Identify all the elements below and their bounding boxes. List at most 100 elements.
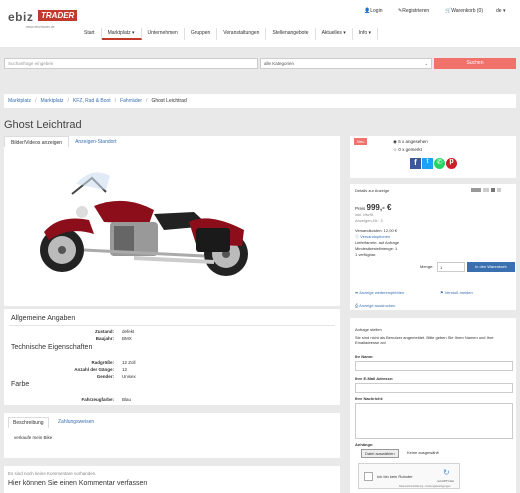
vat-note: inkl. MwSt [355,212,374,217]
tab-location[interactable]: Anzeigen-Standort [69,136,122,147]
name-field[interactable] [355,361,513,371]
nav-marktplatz[interactable]: Marktplatz ▾ [101,28,142,40]
captcha-widget: Ich bin kein Roboter ↻ reCAPTCHA Datensc… [358,463,460,489]
nav-info[interactable]: Info ▾ [353,28,379,40]
spec-key: Anzahl der Gänge: [74,367,114,372]
spec-value: Unisex [122,374,136,379]
ad-number: Anzeigen-Nr.: 3 [355,218,383,223]
spec-value: 12 [122,367,128,372]
breadcrumb-fahrraeder[interactable]: Fahrräder [120,98,142,104]
attachment-label: Anhänge: [355,442,374,447]
file-choose-button[interactable]: Datei auswählen [361,449,399,458]
recommend-link[interactable]: ➦ Anzeige weiterempfehlen [355,290,404,295]
email-field[interactable] [355,383,513,393]
category-select[interactable]: alle Kategorien ⌄ [260,58,432,69]
recaptcha-icon: ↻ [443,468,450,477]
report-link[interactable]: ⚑ Verstoß melden [440,290,473,295]
tech-heading: Technische Eigenschaften [11,344,93,351]
nav-gruppen[interactable]: Gruppen [185,28,218,40]
page-title: Ghost Leichtrad [4,119,82,131]
spec-key: Fahrzeugfarbe: [81,397,114,402]
badge-icon [483,188,489,192]
status-badge: Neu [354,138,368,145]
breadcrumb-marktplatz[interactable]: Marktplatz [8,98,31,104]
breadcrumb-current: Ghost Leichtrad [151,98,187,104]
inquiry-heading: Anfrage stellen [355,327,382,332]
tab-description[interactable]: Beschreibung [8,417,49,428]
facebook-icon[interactable]: f [410,158,421,169]
social-share: f t ✆ p [410,158,457,169]
tab-payment[interactable]: Zahlungsweisen [54,417,98,427]
nav-unternehmen[interactable]: Unternehmen [142,28,185,40]
no-comments-text: Es sind noch keine Kommentare vorhanden. [8,471,97,476]
logo-text: ebiz [8,10,34,24]
email-label: Ihre E-Mail Adresse: [355,376,394,381]
share-panel [350,136,516,178]
listing-image[interactable] [14,154,270,302]
eye-icon: ◉ [393,139,397,144]
recaptcha-privacy[interactable]: Datenschutzerklärung - Nutzungsbedingung… [399,485,451,488]
description-text: verkaufe mein Bike [14,435,53,440]
logo-badge: TRADER [38,10,78,21]
media-tabs: Bilder/Videos anzeigen Anzeigen-Standort [4,136,122,147]
nav-aktuelles[interactable]: Aktuelles ▾ [316,28,353,40]
specs-panel: Allgemeine Angaben Zustand: defekt Baujah… [4,309,340,405]
logo-tagline: www.ebiztrader.de [26,25,55,29]
breadcrumb: Marktplatz / Marktplatz / KFZ, Rad & Boot /… [4,94,516,108]
flag-icon: ⚑ [440,290,444,295]
quantity-label: Menge: [420,264,434,269]
site-logo[interactable]: ebiz TRADER www.ebiztrader.de [8,8,78,34]
spec-key: Zustand: [95,329,114,334]
message-field[interactable] [355,403,513,439]
language-select[interactable]: de ▾ [496,8,505,14]
quantity-input[interactable]: 1 [437,262,465,272]
min-order: Mindestbestellmenge: 1 [355,246,398,251]
share-icon: ➦ [355,290,359,295]
print-icon: ⎙ [355,303,359,308]
breadcrumb-marktplatz-2[interactable]: Marktplatz [40,98,63,104]
search-button[interactable]: Suchen [434,58,516,69]
color-heading: Farbe [11,381,30,388]
spec-value: defekt [122,329,135,334]
inquiry-note: Sie sind nicht als Benutzer angemeldet. … [355,335,494,345]
spec-key: Radgröße: [91,360,115,365]
name-label: Ihr Name: [355,354,374,359]
login-link[interactable]: 👤Login [364,8,382,14]
search-input[interactable]: Suchanfrage eingeben [4,58,258,69]
main-nav: Start Marktplatz ▾ Unternehmen Gruppen V… [78,28,379,40]
captcha-checkbox[interactable] [364,472,373,481]
info-icon: ⓘ [355,234,359,239]
cart-link[interactable]: 🛒Warenkorb (0) [445,8,483,14]
spec-key: Gender: [96,374,114,379]
file-status: Keine ausgewählt [407,450,439,455]
badge-icon [471,188,481,192]
details-heading: Details zur Anzeige [355,188,390,193]
views-count: ◉ 6 x angesehen [393,139,428,144]
divider [9,325,335,326]
breadcrumb-kfz[interactable]: KFZ, Rad & Boot [73,98,111,104]
message-label: Ihre Nachricht: [355,396,384,401]
description-panel: Beschreibung Zahlungsweisen verkaufe mei… [4,413,340,458]
whatsapp-icon[interactable]: ✆ [434,158,445,169]
twitter-icon[interactable]: t [422,158,433,169]
register-link[interactable]: ✎Registrieren [398,8,429,14]
recaptcha-brand: reCAPTCHA [437,479,455,483]
spec-value: Blau [122,397,132,402]
add-to-cart-button[interactable]: in den Warenkorb [467,262,515,272]
nav-start[interactable]: Start [78,28,102,40]
spec-value: 12 Zoll [122,360,136,365]
spec-value: BMX [122,336,132,341]
comment-heading: Hier können Sie einen Kommentar verfasse… [8,480,148,487]
delivery-time: Lieferfarrein: auf Anfrage [355,240,400,245]
badge-icon [497,188,501,192]
tab-images[interactable]: Bilder/Videos anzeigen [4,136,70,147]
pinterest-icon[interactable]: p [446,158,457,169]
general-heading: Allgemeine Angaben [11,315,76,322]
nav-veranstaltungen[interactable]: Veranstaltungen [217,28,267,40]
spec-key: Baujahr: [95,336,114,341]
print-link[interactable]: ⎙ Anzeige ausdrucken [355,303,395,308]
badge-icon [491,188,495,192]
detail-icons [471,188,501,192]
nav-stellenangebote[interactable]: Stellenangebote [266,28,316,40]
motorcycle-image [40,172,248,276]
